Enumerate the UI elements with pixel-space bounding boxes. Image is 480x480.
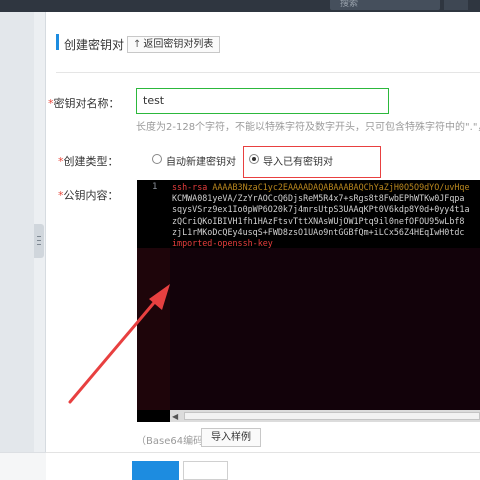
sidebar-footer [0, 452, 46, 480]
top-search-input[interactable]: 搜索 [330, 0, 440, 10]
code-line-2: KCMWA081yeVA/ZzYrAOCcQ6DjsReM5R4x7+sRgs8… [172, 193, 465, 204]
code-line-5: zjL1rMKoDcQEy4usqS+FWD8zsO1UAo9ntGGBfQm+… [172, 226, 465, 237]
title-accent-bar [56, 34, 59, 50]
back-arrow-icon: ↑ [133, 39, 142, 50]
handle-line-icon [37, 244, 41, 245]
header-divider [56, 72, 480, 73]
editor-code[interactable]: ssh-rsa AAAAB3NzaC1yc2EAAAADAQABAAABAQCh… [172, 182, 470, 249]
radio-auto-create-label[interactable]: 自动新建密钥对 [166, 153, 236, 168]
pubkey-label: *公钥内容： [58, 187, 119, 203]
page-title: 创建密钥对 [64, 38, 125, 52]
left-sidebar-inner [0, 12, 34, 480]
name-label: *密钥对名称： [48, 95, 120, 111]
top-nav-bar: 搜索 [0, 0, 480, 12]
back-button-label: 返回密钥对列表 [143, 39, 214, 50]
editor-empty-area [170, 248, 480, 410]
footer-divider [46, 452, 480, 453]
code-line-3: sqysVSrz9ex1Io0pWP6O20k7j4mrsUtpS3UAAqKP… [172, 204, 470, 215]
line-number: 1 [152, 182, 158, 192]
pubkey-label-text: 公钥内容： [63, 189, 119, 202]
handle-line-icon [37, 240, 41, 241]
confirm-button[interactable] [132, 461, 179, 480]
code-comment: imported-openssh-key [172, 238, 273, 249]
code-line-1: AAAAB3NzaC1yc2EAAAADAQABAAABAQChYaZjH0O5… [212, 182, 470, 192]
keypair-name-input[interactable]: test [136, 88, 389, 114]
code-line-4: zQCriQKoIBIVH1fh1HAzFtsvTttXNAsWUjOW1Ptq… [172, 215, 465, 226]
radio-auto-create[interactable] [152, 154, 162, 164]
import-sample-button[interactable]: 导入样例 [201, 428, 261, 447]
scrollbar-thumb[interactable] [184, 412, 480, 420]
annotation-highlight-box [243, 146, 381, 178]
editor-gutter-highlight [137, 248, 170, 410]
code-key-type: ssh-rsa [172, 182, 208, 192]
scroll-left-icon[interactable]: ◀ [172, 412, 178, 421]
name-hint: 长度为2-128个字符，不能以特殊字符及数字开头，只可包含特殊字符中的"."，"… [136, 122, 480, 133]
handle-line-icon [37, 236, 41, 237]
sidebar-collapse-handle[interactable] [34, 224, 44, 258]
editor-horizontal-scrollbar[interactable]: ◀ [170, 410, 480, 422]
name-label-text: 密钥对名称： [53, 97, 120, 110]
cancel-button[interactable] [183, 461, 228, 480]
public-key-editor[interactable]: 1 ssh-rsa AAAAB3NzaC1yc2EAAAADAQABAAABAQ… [137, 180, 480, 422]
back-to-keypair-list-button[interactable]: ↑ 返回密钥对列表 [127, 36, 220, 53]
top-search-button[interactable] [444, 0, 468, 10]
type-label-text: 创建类型： [63, 155, 119, 168]
type-label: *创建类型： [58, 153, 119, 169]
top-search-placeholder: 搜索 [340, 0, 359, 9]
